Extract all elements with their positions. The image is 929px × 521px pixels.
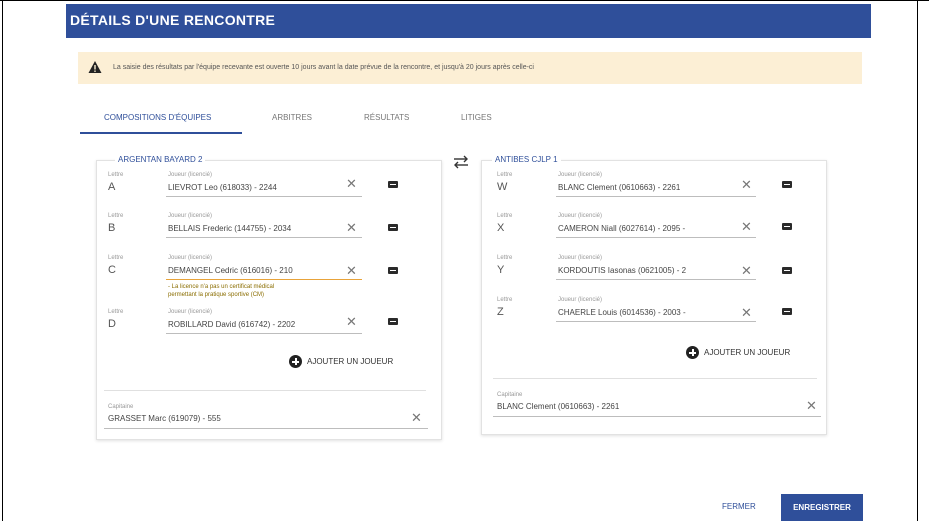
close-icon[interactable]: ✕ xyxy=(411,411,422,424)
save-button[interactable]: ENREGISTRER xyxy=(781,494,863,521)
close-icon[interactable]: ✕ xyxy=(806,399,817,412)
close-icon[interactable]: ✕ xyxy=(741,178,752,191)
player-letter: D xyxy=(108,318,116,330)
player-field-label: Joueur (licencié) xyxy=(558,172,603,178)
player-input[interactable]: LIEVROT Leo (618033) - 2244 xyxy=(168,183,338,192)
add-circle-icon xyxy=(686,346,699,359)
tab-compositions[interactable]: COMPOSITIONS D'ÉQUIPES xyxy=(104,113,211,122)
player-input-underline xyxy=(556,321,756,322)
close-icon[interactable]: ✕ xyxy=(741,306,752,319)
player-input-underline xyxy=(556,196,756,197)
captain-field-label: Capitaine xyxy=(497,392,523,398)
id-card-icon[interactable] xyxy=(782,267,792,274)
letter-label: Lettre xyxy=(497,255,513,261)
letter-label: Lettre xyxy=(108,255,124,261)
team-name-home: ARGENTAN BAYARD 2 xyxy=(115,155,206,164)
letter-label: Lettre xyxy=(497,213,513,219)
add-player-button[interactable]: AJOUTER UN JOUEUR xyxy=(289,355,419,369)
tab-litiges[interactable]: LITIGES xyxy=(461,113,492,122)
active-tab-indicator xyxy=(80,132,242,134)
player-input[interactable]: DEMANGEL Cedric (616016) - 210 xyxy=(168,266,338,275)
player-field-label: Joueur (licencié) xyxy=(168,255,213,261)
player-letter: Y xyxy=(497,264,505,276)
captain-input-underline xyxy=(104,428,428,429)
player-letter: Z xyxy=(497,306,504,318)
letter-label: Lettre xyxy=(108,213,124,219)
player-input[interactable]: BLANC Clement (0610663) - 2261 xyxy=(558,183,728,192)
player-input-underline xyxy=(556,237,756,238)
captain-input[interactable]: GRASSET Marc (619079) - 555 xyxy=(108,414,398,423)
captain-field-label: Capitaine xyxy=(108,404,134,410)
player-letter: A xyxy=(108,181,116,193)
close-button[interactable]: FERMER xyxy=(722,502,756,511)
id-card-icon[interactable] xyxy=(782,181,792,188)
captain-input-underline xyxy=(493,416,821,417)
panel-divider xyxy=(493,378,817,379)
validation-error-line: - La licence n'a pas un certificat médic… xyxy=(168,284,275,290)
close-icon[interactable]: ✕ xyxy=(741,220,752,233)
player-input-underline xyxy=(166,196,362,197)
letter-label: Lettre xyxy=(497,297,513,303)
letter-label: Lettre xyxy=(108,309,124,315)
frame-left-border xyxy=(2,0,3,521)
player-field-label: Joueur (licencié) xyxy=(168,309,213,315)
team-panel-home xyxy=(96,160,442,440)
player-field-label: Joueur (licencié) xyxy=(558,213,603,219)
add-circle-icon xyxy=(289,355,302,368)
id-card-icon[interactable] xyxy=(782,308,792,315)
frame-top-border xyxy=(0,0,929,1)
add-player-label: AJOUTER UN JOUEUR xyxy=(307,357,394,366)
player-input-underline xyxy=(166,237,362,238)
player-field-label: Joueur (licencié) xyxy=(558,297,603,303)
add-player-button[interactable]: AJOUTER UN JOUEUR xyxy=(686,346,816,360)
player-input-underline xyxy=(166,333,362,334)
player-input-underline-error xyxy=(166,279,362,280)
id-card-icon[interactable] xyxy=(388,318,398,325)
captain-input[interactable]: BLANC Clement (0610663) - 2261 xyxy=(497,402,787,411)
validation-error-line: permettant la pratique sportive (CM) xyxy=(168,292,265,298)
id-card-icon[interactable] xyxy=(388,224,398,231)
player-input[interactable]: ROBILLARD David (616742) - 2202 xyxy=(168,320,338,329)
player-letter: W xyxy=(497,181,508,193)
close-icon[interactable]: ✕ xyxy=(346,264,357,277)
letter-label: Lettre xyxy=(497,172,513,178)
add-player-label: AJOUTER UN JOUEUR xyxy=(704,348,791,357)
close-icon[interactable]: ✕ xyxy=(346,315,357,328)
id-card-icon[interactable] xyxy=(388,181,398,188)
player-field-label: Joueur (licencié) xyxy=(558,255,603,261)
frame-right-border xyxy=(917,0,918,521)
player-input[interactable]: BELLAIS Frederic (144755) - 2034 xyxy=(168,224,338,233)
letter-label: Lettre xyxy=(108,172,124,178)
team-name-away: ANTIBES CJLP 1 xyxy=(492,155,561,164)
tab-arbitres[interactable]: ARBITRES xyxy=(272,113,312,122)
player-field-label: Joueur (licencié) xyxy=(168,172,213,178)
dialog-title: DÉTAILS D'UNE RENCONTRE xyxy=(70,12,276,28)
panel-divider xyxy=(104,390,426,391)
team-panel-away xyxy=(481,160,827,435)
player-input[interactable]: KORDOUTIS Iasonas (0621005) - 2 xyxy=(558,266,728,275)
close-icon[interactable]: ✕ xyxy=(741,264,752,277)
player-input-underline xyxy=(556,279,756,280)
close-icon[interactable]: ✕ xyxy=(346,177,357,190)
player-letter: C xyxy=(108,264,116,276)
player-input[interactable]: CHAERLE Louis (6014536) - 2003 - xyxy=(558,308,728,317)
player-input[interactable]: CAMERON Niall (6027614) - 2095 - xyxy=(558,224,728,233)
close-icon[interactable]: ✕ xyxy=(346,221,357,234)
player-field-label: Joueur (licencié) xyxy=(168,213,213,219)
warning-triangle-icon xyxy=(88,61,102,73)
tab-resultats[interactable]: RÉSULTATS xyxy=(364,113,409,122)
id-card-icon[interactable] xyxy=(782,223,792,230)
warning-message: La saisie des résultats par l'équipe rec… xyxy=(113,64,534,71)
player-letter: B xyxy=(108,222,116,234)
id-card-icon[interactable] xyxy=(388,267,398,274)
swap-arrows-icon[interactable] xyxy=(452,155,470,169)
player-letter: X xyxy=(497,222,505,234)
